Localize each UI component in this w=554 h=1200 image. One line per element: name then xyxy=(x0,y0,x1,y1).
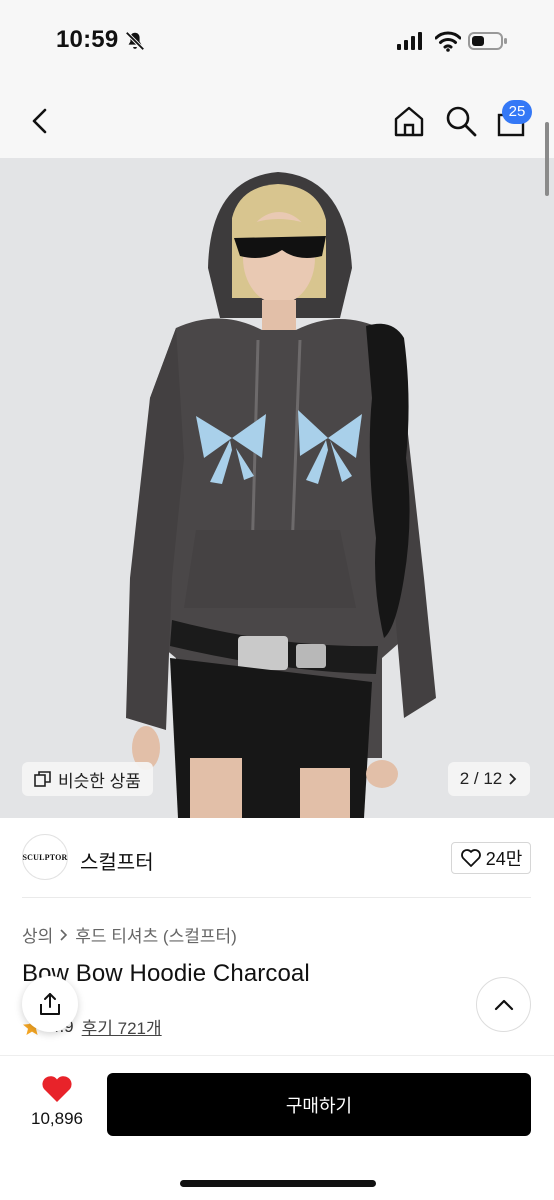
heart-outline-icon xyxy=(460,849,481,867)
buy-button[interactable]: 구매하기 xyxy=(107,1073,531,1136)
product-photo xyxy=(0,158,554,818)
status-time: 10:59 xyxy=(56,26,119,53)
chevron-right-icon xyxy=(60,928,68,941)
cart-count-badge: 25 xyxy=(502,100,532,124)
status-bar: 10:59 xyxy=(0,0,554,84)
divider xyxy=(22,897,531,898)
page-indicator-text: 2 / 12 xyxy=(459,769,503,788)
similar-products-label: 비슷한 상품 xyxy=(58,771,141,791)
brand-name[interactable]: 스컬프터 xyxy=(80,846,154,875)
chevron-up-icon xyxy=(494,999,513,1010)
breadcrumb-category[interactable]: 상의 xyxy=(22,922,53,947)
wifi-icon xyxy=(435,31,461,52)
brand-logo[interactable]: SCULPTOR xyxy=(22,834,68,880)
home-icon[interactable] xyxy=(392,104,426,138)
image-page-indicator[interactable]: 2 / 12 xyxy=(448,762,530,796)
battery-icon xyxy=(468,32,507,50)
scroll-to-top-button[interactable] xyxy=(476,977,531,1032)
brand-like-button[interactable]: 24만 xyxy=(451,842,531,874)
search-icon[interactable] xyxy=(444,104,478,138)
brand-like-count: 24만 xyxy=(485,849,523,869)
wishlist-heart-icon[interactable] xyxy=(40,1074,74,1104)
chevron-right-icon xyxy=(509,773,517,785)
share-button[interactable] xyxy=(22,976,78,1032)
home-indicator xyxy=(180,1180,376,1187)
breadcrumb-subcategory[interactable]: 후드 티셔츠 (스컬프터) xyxy=(75,922,237,947)
bell-off-icon xyxy=(125,31,145,51)
back-icon[interactable] xyxy=(24,104,56,138)
wishlist-count: 10,896 xyxy=(31,1109,83,1128)
breadcrumb: 상의 후드 티셔츠 (스컬프터) xyxy=(22,922,237,947)
share-icon xyxy=(40,993,60,1015)
review-link[interactable]: 후기 721개 xyxy=(82,1014,162,1039)
similar-products-button[interactable]: 비슷한 상품 xyxy=(22,762,153,796)
top-navigation xyxy=(0,84,554,158)
page-scrollbar[interactable] xyxy=(545,122,549,196)
brand-logo-text: SCULPTOR xyxy=(22,852,68,862)
copy-icon xyxy=(34,771,51,787)
cellular-signal-icon xyxy=(397,32,422,50)
product-image[interactable] xyxy=(0,158,554,818)
